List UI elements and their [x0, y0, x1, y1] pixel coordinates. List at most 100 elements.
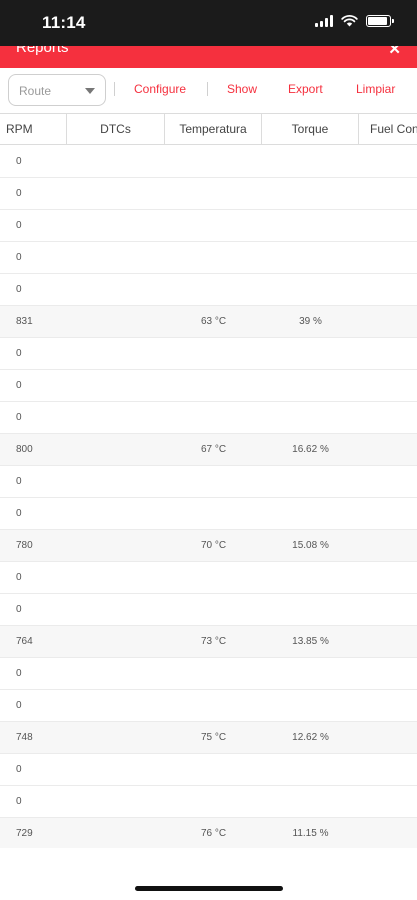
- wifi-icon: [341, 15, 358, 27]
- cell-temperature: [165, 786, 262, 818]
- cell-temperature: [165, 146, 262, 178]
- table-row[interactable]: 0: [0, 754, 417, 786]
- table-row[interactable]: 831 63 °C 39 %: [0, 306, 417, 338]
- cell-temperature: 76 °C: [200, 828, 227, 839]
- cell-torque: [262, 402, 359, 434]
- cell-rpm: 729: [16, 828, 33, 839]
- cell-dtcs: [67, 178, 165, 210]
- cell-torque: [262, 338, 359, 370]
- cell-temperature: [165, 594, 262, 626]
- cell-dtcs: [67, 818, 165, 848]
- cell-dtcs: [67, 242, 165, 274]
- cell-dtcs: [67, 786, 165, 818]
- page-title: Reports: [16, 46, 69, 56]
- cell-rpm: 780: [16, 540, 33, 551]
- cell-rpm: 0: [16, 412, 22, 423]
- table-row[interactable]: 0: [0, 466, 417, 498]
- table-row[interactable]: 0: [0, 786, 417, 818]
- cell-temperature: [165, 754, 262, 786]
- column-header-temperature[interactable]: Temperatura: [165, 114, 262, 144]
- table-body[interactable]: 0 0 0 0 0 831 63 °C 39 % 0 0 0 800 67 °C 16.62 % 0 0 780…: [0, 146, 417, 848]
- cell-temperature: [165, 690, 262, 722]
- cell-dtcs: [67, 146, 165, 178]
- export-button[interactable]: Export: [288, 82, 323, 96]
- table-row[interactable]: 0: [0, 178, 417, 210]
- cell-torque: [262, 594, 359, 626]
- cell-torque: [262, 690, 359, 722]
- configure-button[interactable]: Configure: [134, 82, 186, 96]
- table-header: RPM DTCs Temperatura Torque Fuel Con: [0, 113, 417, 145]
- cell-temperature: [165, 274, 262, 306]
- cell-torque: 12.62 %: [292, 732, 329, 743]
- battery-icon: [366, 15, 394, 27]
- table-row[interactable]: 0: [0, 658, 417, 690]
- clear-button[interactable]: Limpiar: [356, 82, 395, 96]
- table-row[interactable]: 800 67 °C 16.62 %: [0, 434, 417, 466]
- table-row[interactable]: 0: [0, 594, 417, 626]
- cell-rpm: 0: [16, 604, 22, 615]
- cell-torque: 11.15 %: [292, 828, 329, 839]
- column-header-rpm[interactable]: RPM: [0, 114, 67, 144]
- cell-rpm: 0: [16, 380, 22, 391]
- cell-rpm: 0: [16, 764, 22, 775]
- cell-rpm: 764: [16, 636, 33, 647]
- route-select[interactable]: Route: [8, 74, 106, 106]
- cell-dtcs: [67, 402, 165, 434]
- cell-rpm: 0: [16, 668, 22, 679]
- show-button[interactable]: Show: [227, 82, 257, 96]
- table-row[interactable]: 729 76 °C 11.15 %: [0, 818, 417, 848]
- cell-temperature: 75 °C: [200, 732, 227, 743]
- cell-torque: [262, 210, 359, 242]
- table-row[interactable]: 0: [0, 274, 417, 306]
- cell-dtcs: [67, 754, 165, 786]
- cell-torque: [262, 786, 359, 818]
- table-row[interactable]: 0: [0, 402, 417, 434]
- cell-rpm: 0: [16, 188, 22, 199]
- cell-torque: 39 %: [299, 316, 322, 327]
- cell-dtcs: [67, 306, 165, 338]
- cell-dtcs: [67, 690, 165, 722]
- table-row[interactable]: 748 75 °C 12.62 %: [0, 722, 417, 754]
- cell-temperature: [165, 498, 262, 530]
- table-row[interactable]: 0: [0, 690, 417, 722]
- cell-temperature: [165, 658, 262, 690]
- table-row[interactable]: 0: [0, 562, 417, 594]
- cell-temperature: 73 °C: [200, 636, 227, 647]
- cell-rpm: 0: [16, 796, 22, 807]
- cell-rpm: 0: [16, 284, 22, 295]
- cell-torque: 15.08 %: [292, 540, 329, 551]
- cell-temperature: 67 °C: [200, 444, 227, 455]
- app-header: Reports ✕: [0, 46, 417, 68]
- close-icon[interactable]: ✕: [388, 46, 401, 58]
- cell-torque: [262, 178, 359, 210]
- table-row[interactable]: 0: [0, 498, 417, 530]
- status-time: 11:14: [42, 13, 86, 32]
- table-row[interactable]: 0: [0, 338, 417, 370]
- table-row[interactable]: 764 73 °C 13.85 %: [0, 626, 417, 658]
- table-row[interactable]: 0: [0, 146, 417, 178]
- cell-temperature: [165, 178, 262, 210]
- cell-dtcs: [67, 210, 165, 242]
- cell-temperature: [165, 210, 262, 242]
- table-row[interactable]: 0: [0, 210, 417, 242]
- cell-temperature: 63 °C: [200, 316, 227, 327]
- column-header-torque[interactable]: Torque: [262, 114, 359, 144]
- cell-rpm: 0: [16, 476, 22, 487]
- cell-temperature: 70 °C: [200, 540, 227, 551]
- cell-torque: 16.62 %: [292, 444, 329, 455]
- cell-temperature: [165, 370, 262, 402]
- cell-rpm: 0: [16, 156, 22, 167]
- cell-dtcs: [67, 274, 165, 306]
- cell-dtcs: [67, 338, 165, 370]
- cell-temperature: [165, 466, 262, 498]
- cell-rpm: 831: [16, 316, 33, 327]
- table-row[interactable]: 780 70 °C 15.08 %: [0, 530, 417, 562]
- cell-dtcs: [67, 530, 165, 562]
- table-row[interactable]: 0: [0, 242, 417, 274]
- cell-torque: [262, 242, 359, 274]
- toolbar: Route Configure Show Export Limpiar: [0, 68, 417, 112]
- table-row[interactable]: 0: [0, 370, 417, 402]
- column-header-dtcs[interactable]: DTCs: [67, 114, 165, 144]
- column-header-fuel[interactable]: Fuel Con: [359, 114, 417, 144]
- cell-rpm: 0: [16, 220, 22, 231]
